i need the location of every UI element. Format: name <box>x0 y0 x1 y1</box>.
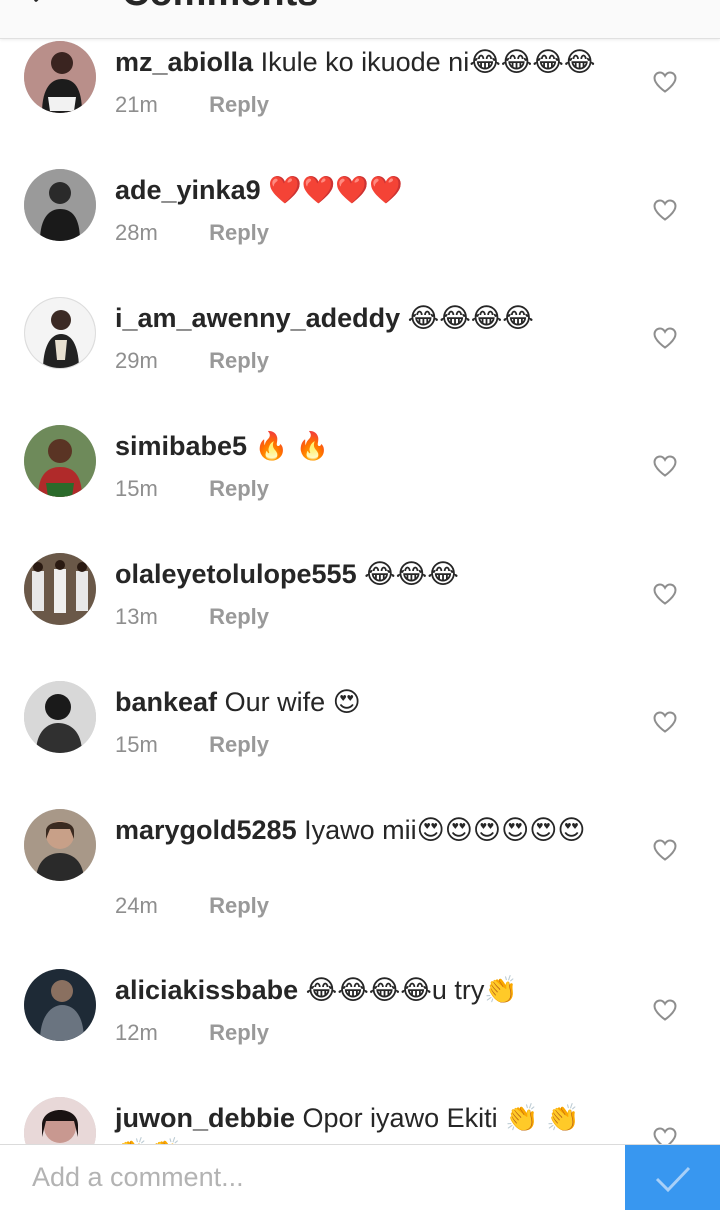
reply-button[interactable]: Reply <box>209 732 269 757</box>
comment-time: 24m <box>115 893 158 918</box>
comment-input[interactable] <box>0 1145 632 1209</box>
avatar[interactable] <box>24 169 96 241</box>
comment-text: ❤️❤️❤️❤️ <box>268 175 403 205</box>
comment-composer <box>0 1144 720 1210</box>
comment-time: 29m <box>115 348 158 373</box>
comment-username[interactable]: bankeaf <box>115 687 217 717</box>
reply-button[interactable]: Reply <box>209 893 269 918</box>
post-comment-button[interactable] <box>625 1145 720 1210</box>
comment-time: 13m <box>115 604 158 629</box>
comment-username[interactable]: mz_abiolla <box>115 47 253 77</box>
comment-text: 😂😂😂 <box>364 559 459 589</box>
avatar[interactable] <box>24 809 96 881</box>
comment-username[interactable]: i_am_awenny_adeddy <box>115 303 400 333</box>
comment-username[interactable]: olaleyetolulope555 <box>115 559 357 589</box>
reply-button[interactable]: Reply <box>209 476 269 501</box>
comment-list[interactable]: mz_abiolla Ikule ko ikuode ni😂😂😂😂 21m Re… <box>0 38 720 1144</box>
reply-button[interactable]: Reply <box>209 348 269 373</box>
comment-text: Iyawo mii😍😍😍😍😍😍 <box>304 815 586 845</box>
reply-button[interactable]: Reply <box>209 92 269 117</box>
avatar[interactable] <box>24 41 96 113</box>
avatar[interactable] <box>24 681 96 753</box>
avatar[interactable] <box>24 425 96 497</box>
heart-icon[interactable] <box>652 838 678 862</box>
heart-icon[interactable] <box>652 582 678 606</box>
comment-username[interactable]: simibabe5 <box>115 431 247 461</box>
comment-text: Our wife 😍 <box>224 687 361 717</box>
comment-text: 😂😂😂😂u try👏 <box>305 975 518 1005</box>
comment-time: 15m <box>115 476 158 501</box>
check-icon <box>655 1166 691 1193</box>
page-title: Comments <box>122 0 318 15</box>
comment-time: 21m <box>115 92 158 117</box>
heart-icon[interactable] <box>652 326 678 350</box>
comments-header: Comments <box>0 0 720 39</box>
avatar[interactable] <box>24 1097 96 1144</box>
comment-username[interactable]: marygold5285 <box>115 815 297 845</box>
reply-button[interactable]: Reply <box>209 1020 269 1045</box>
comment-text: 🔥 🔥 <box>254 431 330 461</box>
heart-icon[interactable] <box>652 1126 678 1144</box>
heart-icon[interactable] <box>652 70 678 94</box>
avatar[interactable] <box>24 969 96 1041</box>
comment-time: 12m <box>115 1020 158 1045</box>
back-arrow-icon[interactable] <box>30 0 58 14</box>
comment-username[interactable]: ade_yinka9 <box>115 175 261 205</box>
heart-icon[interactable] <box>652 454 678 478</box>
heart-icon[interactable] <box>652 198 678 222</box>
avatar[interactable] <box>24 553 96 625</box>
comment-text: Ikule ko ikuode ni😂😂😂😂 <box>260 47 596 77</box>
heart-icon[interactable] <box>652 998 678 1022</box>
comment-username[interactable]: aliciakissbabe <box>115 975 298 1005</box>
heart-icon[interactable] <box>652 710 678 734</box>
comment-time: 28m <box>115 220 158 245</box>
avatar[interactable] <box>24 297 96 369</box>
comment-text: 😂😂😂😂 <box>407 303 534 333</box>
reply-button[interactable]: Reply <box>209 220 269 245</box>
comment-username[interactable]: juwon_debbie <box>115 1103 295 1133</box>
comment-time: 15m <box>115 732 158 757</box>
reply-button[interactable]: Reply <box>209 604 269 629</box>
